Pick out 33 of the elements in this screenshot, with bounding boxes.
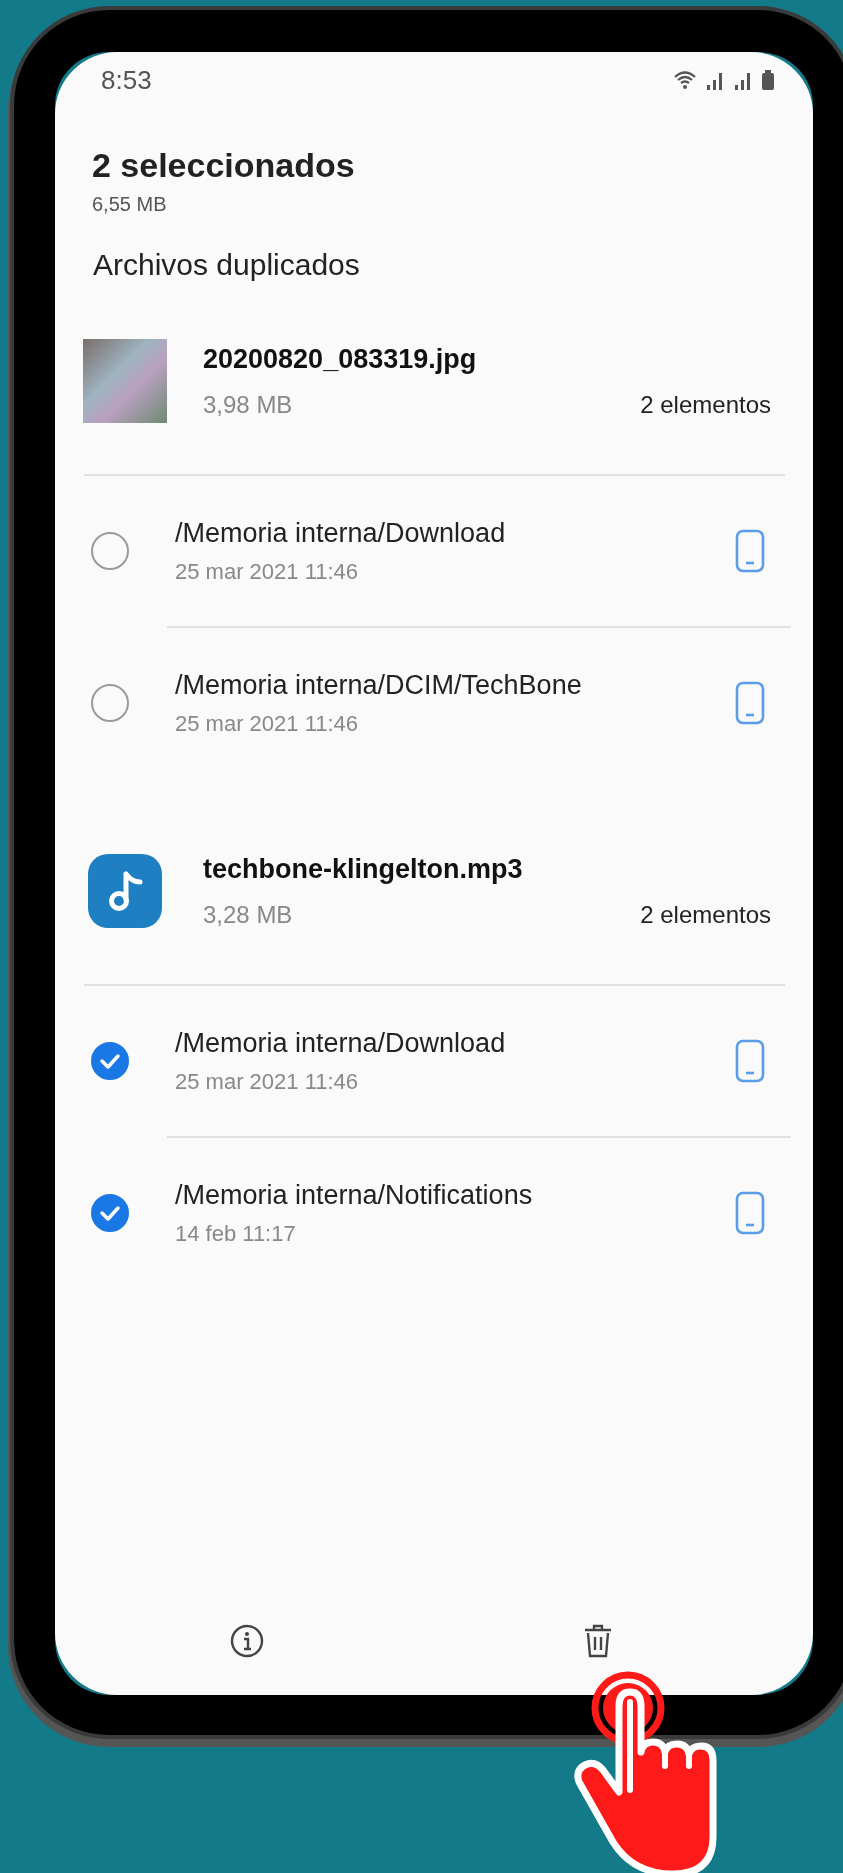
folder-path: /Memoria interna/Notifications: [175, 1179, 534, 1211]
battery-icon: [761, 69, 775, 91]
section-title: Archivos duplicados: [92, 247, 361, 282]
selection-checkbox[interactable]: [91, 1042, 129, 1080]
item-count: 2 elementos: [640, 390, 771, 419]
file-location-row[interactable]: /Memoria interna/DCIM/TechBone 25 mar 2021 11:46: [55, 628, 813, 778]
phone-icon: [735, 529, 765, 573]
info-icon[interactable]: [228, 1623, 265, 1659]
folder-path: /Memoria interna/DCIM/TechBone: [175, 669, 583, 701]
selection-checkbox[interactable]: [91, 1194, 129, 1232]
phone-icon: [735, 1039, 765, 1083]
modified-date: 25 mar 2021 11:46: [175, 710, 360, 737]
file-size: 3,98 MB: [203, 390, 293, 419]
selection-checkbox[interactable]: [91, 684, 129, 722]
music-note-icon: [88, 854, 162, 928]
selection-title: 2 seleccionados: [92, 146, 356, 185]
file-size: 3,28 MB: [203, 900, 293, 929]
folder-path: /Memoria interna/Download: [175, 517, 507, 549]
file-location-row[interactable]: /Memoria interna/Download 25 mar 2021 11:46: [55, 986, 813, 1136]
file-location-row[interactable]: /Memoria interna/Notifications 14 feb 11:17: [55, 1138, 813, 1288]
selection-size: 6,55 MB: [92, 193, 168, 216]
selection-checkbox[interactable]: [91, 532, 129, 570]
modified-date: 14 feb 11:17: [175, 1220, 297, 1247]
status-time: 8:53: [101, 64, 152, 96]
file-name: 20200820_083319.jpg: [203, 343, 478, 375]
modified-date: 25 mar 2021 11:46: [175, 1068, 360, 1095]
file-name: techbone-klingelton.mp3: [203, 853, 524, 885]
phone-icon: [735, 681, 765, 725]
folder-path: /Memoria interna/Download: [175, 1027, 507, 1059]
file-location-row[interactable]: /Memoria interna/Download 25 mar 2021 11:46: [55, 476, 813, 626]
modified-date: 25 mar 2021 11:46: [175, 558, 360, 585]
phone-icon: [735, 1191, 765, 1235]
item-count: 2 elementos: [640, 900, 771, 929]
